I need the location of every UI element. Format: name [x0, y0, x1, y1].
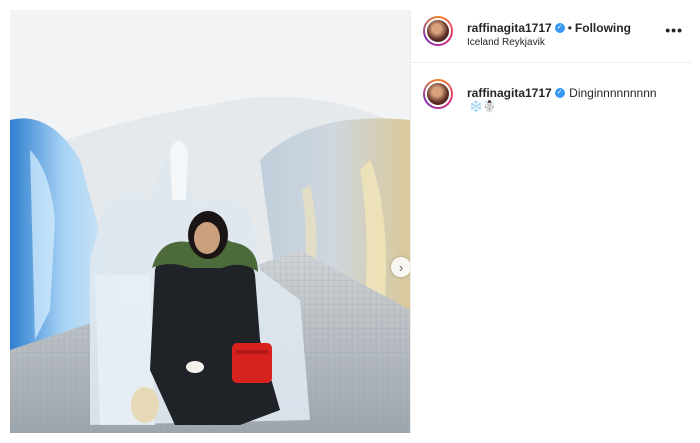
carousel-next-button[interactable]: ›: [391, 257, 410, 277]
caption-username-link[interactable]: raffinagita1717: [467, 86, 552, 100]
verified-badge-icon: ✓: [554, 87, 565, 98]
post-header: raffinagita1717 ✓ • Following Iceland Reykj…: [411, 10, 691, 63]
separator-dot: •: [567, 21, 572, 35]
post-photo[interactable]: ›: [10, 10, 410, 433]
caption-avatar[interactable]: [423, 79, 453, 109]
verified-badge-icon: ✓: [554, 22, 565, 33]
instagram-post: › raffinagita1717 ✓ • Following Iceland Rey…: [0, 0, 700, 443]
ice-cave-image: [10, 10, 410, 433]
location-link[interactable]: Iceland Reykjavik: [467, 37, 545, 48]
post-sidebar: raffinagita1717 ✓ • Following Iceland Reykj…: [410, 10, 691, 433]
avatar-image: [425, 18, 451, 44]
caption-text: Dinginnnnnnnnn: [569, 86, 657, 100]
header-username-row: raffinagita1717 ✓ • Following: [467, 19, 631, 37]
username-link[interactable]: raffinagita1717: [467, 21, 552, 35]
following-button[interactable]: Following: [575, 21, 631, 35]
avatar-image: [425, 81, 451, 107]
avatar[interactable]: [423, 16, 453, 46]
more-options-icon[interactable]: •••: [665, 22, 683, 38]
chevron-right-icon: ›: [398, 259, 404, 275]
caption-emojis: ❄️☃️: [469, 101, 497, 113]
